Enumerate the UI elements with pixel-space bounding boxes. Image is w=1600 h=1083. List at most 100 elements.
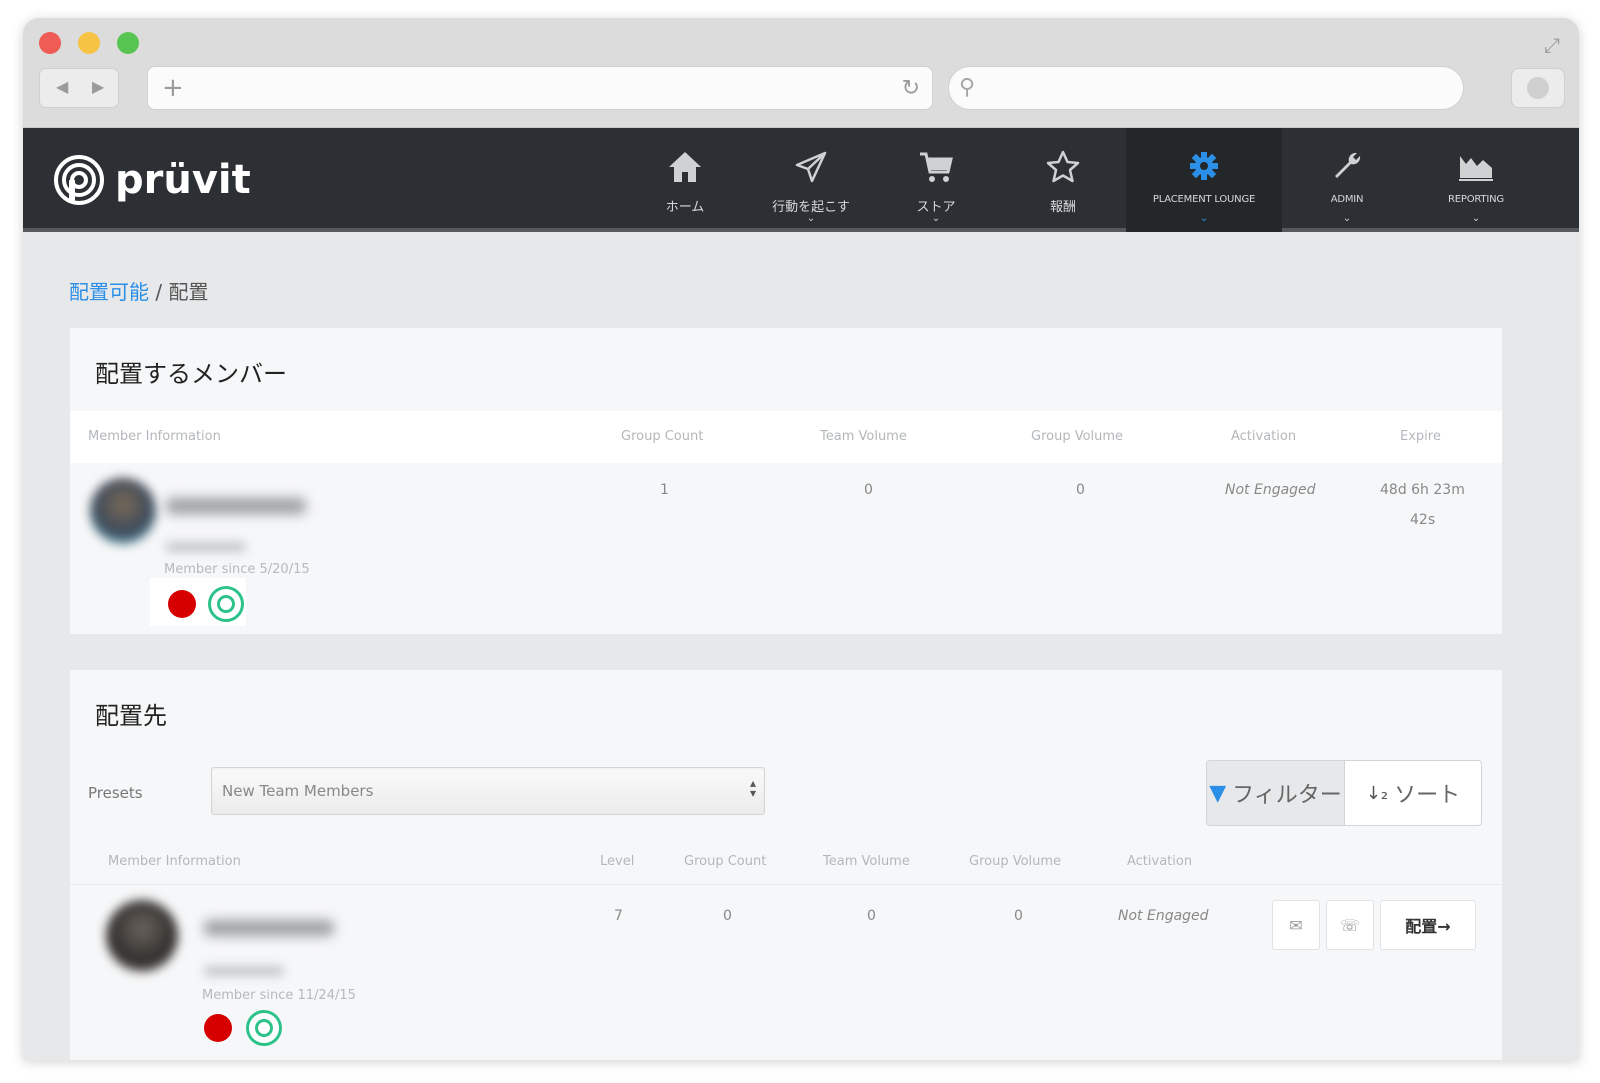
history-nav: ◀ ▶ [39, 68, 119, 108]
group-count: 1 [660, 482, 669, 498]
nav-reporting-label: REPORTING [1448, 194, 1504, 205]
member-to-place-panel: 配置するメンバー Member Information Group Count … [70, 328, 1502, 634]
app-navbar: prüvit ホーム 行動を起こす ⌄ ストア ⌄ 報酬 PLACEMENT L… [23, 128, 1579, 232]
phone-button[interactable]: ☏ [1326, 900, 1374, 950]
nav-admin[interactable]: ADMIN ⌄ [1302, 128, 1392, 232]
col-team-volume: Team Volume [820, 429, 907, 444]
chevron-down-icon: ⌄ [1471, 213, 1481, 224]
col-group-volume: Group Volume [969, 854, 1062, 869]
pruvit-logo[interactable]: prüvit [53, 152, 251, 208]
star-icon [1046, 150, 1080, 183]
extension-icon [1527, 77, 1549, 99]
chevron-down-icon: ⌄ [806, 213, 816, 224]
breadcrumb-parent-link[interactable]: 配置可能 [69, 280, 149, 304]
team-volume: 0 [867, 908, 876, 924]
address-bar[interactable]: + ↻ [147, 66, 933, 110]
member-to-place-title: 配置するメンバー [95, 360, 287, 388]
email-button[interactable]: ✉ [1272, 900, 1320, 950]
team-volume: 0 [864, 482, 873, 498]
nav-store[interactable]: ストア ⌄ [891, 128, 981, 232]
browser-chrome: ⤢ ◀ ▶ + ↻ ⚲ [23, 18, 1579, 128]
status-icons [150, 578, 246, 626]
nav-home[interactable]: ホーム [640, 128, 730, 232]
nav-placement-lounge-label: PLACEMENT LOUNGE [1152, 194, 1256, 205]
nav-admin-label: ADMIN [1330, 194, 1364, 205]
extension-button[interactable] [1511, 68, 1565, 108]
level: 7 [614, 908, 623, 924]
placement-target-panel: 配置先 Presets New Team Members ▴ ▾ ▼ フィルター … [70, 670, 1502, 1060]
breadcrumb: 配置可能 / 配置 [69, 276, 208, 305]
back-icon[interactable]: ◀ [56, 77, 68, 96]
select-arrows-icon: ▴ ▾ [749, 776, 756, 800]
sort-label: ソート [1394, 783, 1461, 808]
activation-status: Not Engaged [1225, 482, 1316, 498]
nav-rewards[interactable]: 報酬 [1018, 128, 1108, 232]
col-group-count: Group Count [621, 429, 704, 444]
sort-button[interactable]: ↓₂ ソート [1345, 761, 1481, 825]
nav-rewards-label: 報酬 [1049, 200, 1076, 215]
col-team-volume: Team Volume [823, 854, 910, 869]
paper-plane-icon [795, 151, 827, 183]
filter-button[interactable]: ▼ フィルター [1207, 761, 1345, 825]
member-name-blurred [204, 920, 334, 936]
nav-placement-lounge[interactable]: PLACEMENT LOUNGE ⌄ [1126, 128, 1282, 232]
member-id-blurred [166, 542, 246, 552]
area-chart-icon [1459, 156, 1493, 181]
filter-icon: ▼ [1209, 780, 1227, 806]
col-activation: Activation [1127, 854, 1193, 869]
member-since: Member since 5/20/15 [164, 562, 310, 577]
expire-time-line1: 48d 6h 23m [1380, 482, 1465, 498]
new-tab-icon[interactable]: + [162, 73, 184, 103]
filter-label: フィルター [1232, 783, 1342, 808]
presets-label: Presets [88, 784, 143, 802]
status-green-badge-icon [246, 1010, 282, 1046]
col-activation: Activation [1231, 429, 1297, 444]
browser-window: ⤢ ◀ ▶ + ↻ ⚲ prüvit ホーム 行動を起こす ⌄ ストア ⌄ 報酬… [23, 18, 1579, 1060]
avatar[interactable] [90, 478, 156, 544]
status-red-dot-icon [168, 590, 196, 618]
search-icon: ⚲ [959, 75, 976, 100]
nav-take-action[interactable]: 行動を起こす ⌄ [756, 128, 866, 232]
presets-selected-value: New Team Members [222, 782, 374, 800]
status-green-badge-icon [208, 586, 244, 622]
cart-icon [920, 152, 953, 182]
minimize-window-button[interactable] [78, 32, 100, 54]
wrench-icon [1335, 152, 1361, 178]
forward-icon[interactable]: ▶ [92, 77, 104, 96]
nav-reporting[interactable]: REPORTING ⌄ [1426, 128, 1526, 232]
col-member-information: Member Information [108, 854, 241, 869]
sort-icon: ↓₂ [1365, 782, 1389, 804]
close-window-button[interactable] [39, 32, 61, 54]
chevron-down-icon: ⌄ [1199, 213, 1209, 224]
chevron-down-icon: ⌄ [1342, 213, 1352, 224]
status-red-dot-icon [204, 1014, 232, 1042]
gear-icon [1190, 152, 1218, 180]
place-button[interactable]: 配置→ [1380, 900, 1476, 950]
member-name-blurred [166, 498, 306, 514]
logo-text: prüvit [115, 157, 251, 203]
row-divider [70, 884, 1502, 885]
reload-icon[interactable]: ↻ [902, 76, 920, 101]
member-table-header: Member Information Group Count Team Volu… [70, 411, 1502, 463]
maximize-window-button[interactable] [117, 32, 139, 54]
col-level: Level [600, 854, 635, 869]
col-group-count: Group Count [684, 854, 767, 869]
expire-time-line2: 42s [1410, 512, 1436, 528]
fullscreen-icon[interactable]: ⤢ [1539, 32, 1565, 58]
group-count: 0 [723, 908, 732, 924]
home-icon [669, 152, 701, 182]
browser-search-bar[interactable]: ⚲ [948, 66, 1464, 110]
phone-icon: ☏ [1339, 915, 1360, 935]
presets-select[interactable]: New Team Members ▴ ▾ [211, 767, 765, 815]
member-id-blurred [204, 966, 284, 976]
col-expire: Expire [1400, 429, 1441, 444]
col-member-information: Member Information [88, 429, 221, 444]
logo-mark-icon [54, 155, 104, 205]
breadcrumb-current: 配置 [168, 280, 209, 304]
avatar[interactable] [106, 900, 178, 972]
breadcrumb-separator: / [155, 280, 163, 304]
group-volume: 0 [1076, 482, 1085, 498]
envelope-icon: ✉ [1289, 915, 1303, 935]
placement-target-title: 配置先 [95, 702, 167, 730]
member-since: Member since 11/24/15 [202, 988, 356, 1003]
